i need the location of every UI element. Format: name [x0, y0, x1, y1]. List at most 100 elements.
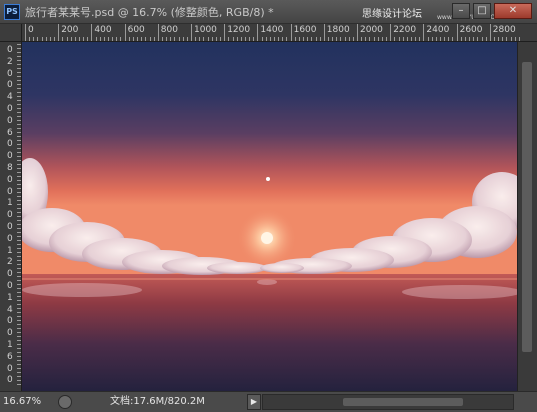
ruler-minor-tick — [17, 68, 21, 69]
ruler-minor-tick — [493, 37, 495, 41]
ruler-minor-tick — [261, 37, 263, 41]
ruler-minor-tick — [49, 37, 51, 41]
ruler-minor-tick — [112, 37, 114, 41]
ruler-minor-tick — [220, 37, 222, 41]
ruler-minor-tick — [410, 37, 412, 41]
ruler-minor-tick — [294, 37, 296, 41]
ruler-minor-tick — [427, 37, 429, 41]
ruler-minor-tick — [211, 37, 213, 41]
ruler-minor-tick — [17, 364, 21, 365]
ruler-tick-label: 2000 — [360, 25, 383, 35]
close-button[interactable]: ✕ — [494, 3, 532, 19]
ruler-minor-tick — [17, 228, 21, 229]
ruler-minor-tick — [274, 37, 275, 41]
ruler-major-tick — [390, 24, 392, 41]
ruler-minor-tick — [17, 104, 21, 105]
ruler-minor-tick — [17, 372, 21, 373]
ruler-origin-corner[interactable] — [0, 24, 22, 42]
document-canvas[interactable] — [22, 42, 517, 391]
ruler-minor-tick — [74, 37, 76, 41]
ruler-minor-tick — [17, 356, 21, 357]
ruler-tick-label: 2600 — [459, 25, 483, 35]
ruler-minor-tick — [120, 37, 122, 41]
ruler-minor-tick — [460, 37, 462, 41]
ruler-minor-tick — [17, 240, 21, 241]
ruler-major-tick — [423, 24, 425, 41]
ruler-minor-tick — [381, 37, 383, 41]
ruler-minor-tick — [477, 37, 479, 41]
document-title-bar[interactable]: PS 旅行者某某号.psd @ 16.7% (修整颜色, RGB/8) * 思缘… — [0, 0, 537, 24]
ruler-tick-label: 1400 — [260, 25, 284, 35]
horizontal-scrollbar[interactable] — [262, 394, 514, 410]
ruler-tick-label: 2 — [7, 56, 13, 67]
ruler-minor-tick — [199, 37, 201, 41]
ruler-minor-tick — [17, 116, 21, 117]
maximize-icon: □ — [477, 5, 487, 16]
ruler-minor-tick — [17, 128, 21, 129]
ruler-minor-tick — [87, 37, 89, 41]
ruler-minor-tick — [17, 236, 21, 237]
ruler-tick-label: 600 — [127, 25, 145, 35]
ruler-tick-label: 1600 — [293, 25, 317, 35]
ruler-minor-tick — [282, 37, 284, 41]
minimize-button[interactable]: – — [452, 3, 470, 19]
ruler-minor-tick — [352, 37, 354, 41]
ruler-minor-tick — [319, 37, 321, 41]
ruler-minor-tick — [344, 37, 346, 41]
ruler-minor-tick — [17, 80, 21, 81]
ruler-minor-tick — [17, 188, 21, 189]
ruler-minor-tick — [17, 324, 21, 325]
ruler-minor-tick — [17, 376, 21, 377]
ruler-minor-tick — [78, 37, 80, 41]
ruler-minor-tick — [37, 37, 39, 41]
ruler-minor-tick — [170, 37, 172, 41]
ruler-minor-tick — [278, 37, 280, 41]
ruler-minor-tick — [17, 100, 21, 101]
ruler-minor-tick — [228, 37, 230, 41]
ruler-minor-tick — [17, 292, 21, 293]
ruler-minor-tick — [17, 268, 21, 269]
ruler-major-tick — [91, 24, 93, 41]
vertical-ruler[interactable]: 02004006008001000120014001600 — [0, 42, 22, 391]
ruler-tick-label: 0 — [7, 328, 13, 339]
ruler-minor-tick — [332, 37, 334, 41]
ruler-minor-tick — [108, 37, 109, 41]
horizontal-scrollbar-thumb[interactable] — [343, 398, 463, 406]
vertical-scrollbar[interactable] — [517, 42, 537, 391]
ruler-minor-tick — [17, 200, 21, 201]
ruler-minor-tick — [17, 300, 21, 301]
ruler-minor-tick — [17, 288, 21, 289]
ruler-minor-tick — [17, 52, 21, 53]
ruler-major-tick — [489, 24, 491, 41]
ruler-minor-tick — [17, 156, 21, 157]
zoom-level-field[interactable]: 16.67% — [3, 394, 53, 410]
ruler-minor-tick — [253, 37, 255, 41]
ruler-minor-tick — [315, 37, 317, 41]
ruler-tick-label: 1800 — [326, 25, 350, 35]
ruler-minor-tick — [66, 37, 68, 41]
horizontal-ruler[interactable]: 0 200 400 600 800 1000 1200 1400 1600 1800 2000 220… — [22, 24, 537, 42]
sunset-image — [22, 42, 517, 391]
ruler-minor-tick — [373, 37, 375, 41]
ruler-minor-tick — [29, 37, 31, 41]
status-menu-arrow-icon[interactable]: ▶ — [247, 394, 261, 410]
vertical-scrollbar-thumb[interactable] — [522, 62, 532, 352]
ruler-minor-tick — [17, 84, 21, 85]
ruler-minor-tick — [269, 37, 271, 41]
ruler-minor-tick — [327, 37, 329, 41]
ruler-minor-tick — [286, 37, 288, 41]
ruler-tick-label: 1000 — [194, 25, 217, 35]
status-info-icon[interactable] — [58, 395, 72, 409]
ruler-minor-tick — [17, 76, 21, 77]
ruler-minor-tick — [17, 88, 21, 89]
ruler-minor-tick — [336, 37, 338, 41]
ruler-major-tick — [290, 24, 292, 41]
maximize-button[interactable]: □ — [473, 3, 491, 19]
ruler-tick-label: 8 — [7, 163, 13, 173]
ruler-minor-tick — [17, 212, 21, 213]
ruler-minor-tick — [17, 344, 21, 345]
ruler-minor-tick — [103, 37, 105, 41]
ruler-tick-label: 2800 — [492, 25, 516, 35]
ruler-minor-tick — [377, 37, 379, 41]
ruler-minor-tick — [514, 37, 516, 41]
